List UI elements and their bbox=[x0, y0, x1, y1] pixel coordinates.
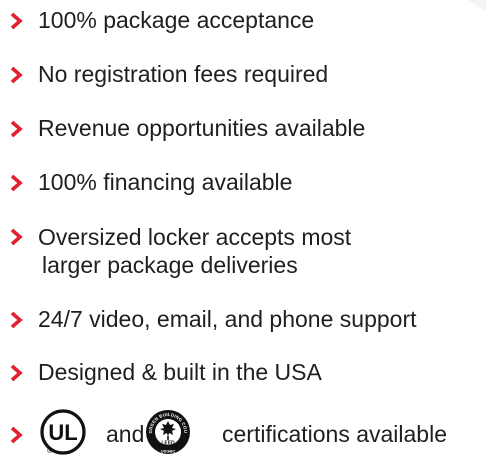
ul-logo-icon: UL ® bbox=[38, 408, 88, 456]
chevron-right-icon bbox=[10, 364, 24, 382]
chevron-right-icon bbox=[10, 426, 24, 444]
feature-text-line: larger package deliveries bbox=[42, 252, 298, 278]
feature-text: No registration fees required bbox=[38, 60, 328, 88]
feature-text-line: Oversized locker accepts most bbox=[38, 224, 352, 250]
feature-text-line: 100% package acceptance bbox=[38, 7, 315, 33]
chevron-right-icon bbox=[10, 66, 24, 84]
leed-center-text: LEED bbox=[161, 441, 175, 447]
feature-text-line: 100% financing available bbox=[38, 169, 293, 195]
chevron-right-icon bbox=[10, 12, 24, 30]
feature-text-line: No registration fees required bbox=[38, 61, 329, 87]
feature-text: Oversized locker accepts most larger pac… bbox=[38, 223, 351, 279]
feature-text: Designed & built in the USA bbox=[38, 358, 322, 386]
feature-text: Revenue opportunities available bbox=[38, 114, 365, 142]
chevron-right-icon bbox=[10, 311, 24, 329]
feature-text-line: Revenue opportunities available bbox=[38, 115, 366, 141]
and-text: and bbox=[106, 421, 145, 447]
leed-bottom-text: USGBC bbox=[161, 449, 176, 454]
feature-text-line: Designed & built in the USA bbox=[38, 359, 322, 385]
ul-logo-text: UL bbox=[48, 420, 77, 445]
leed-logo-icon: U.S. GREEN BUILDING COUNCIL LEED USGBC bbox=[142, 404, 192, 456]
corner-decoration bbox=[462, 0, 486, 14]
chevron-right-icon bbox=[10, 120, 24, 138]
feature-text: 100% financing available bbox=[38, 168, 292, 196]
certifications-text: certifications available bbox=[222, 421, 448, 447]
ul-logo-mark: ® bbox=[47, 446, 53, 455]
feature-text-line: 24/7 video, email, and phone support bbox=[38, 306, 417, 332]
chevron-right-icon bbox=[10, 228, 24, 246]
feature-text: 100% package acceptance bbox=[38, 6, 314, 34]
chevron-right-icon bbox=[10, 174, 24, 192]
feature-text: 24/7 video, email, and phone support bbox=[38, 305, 417, 333]
